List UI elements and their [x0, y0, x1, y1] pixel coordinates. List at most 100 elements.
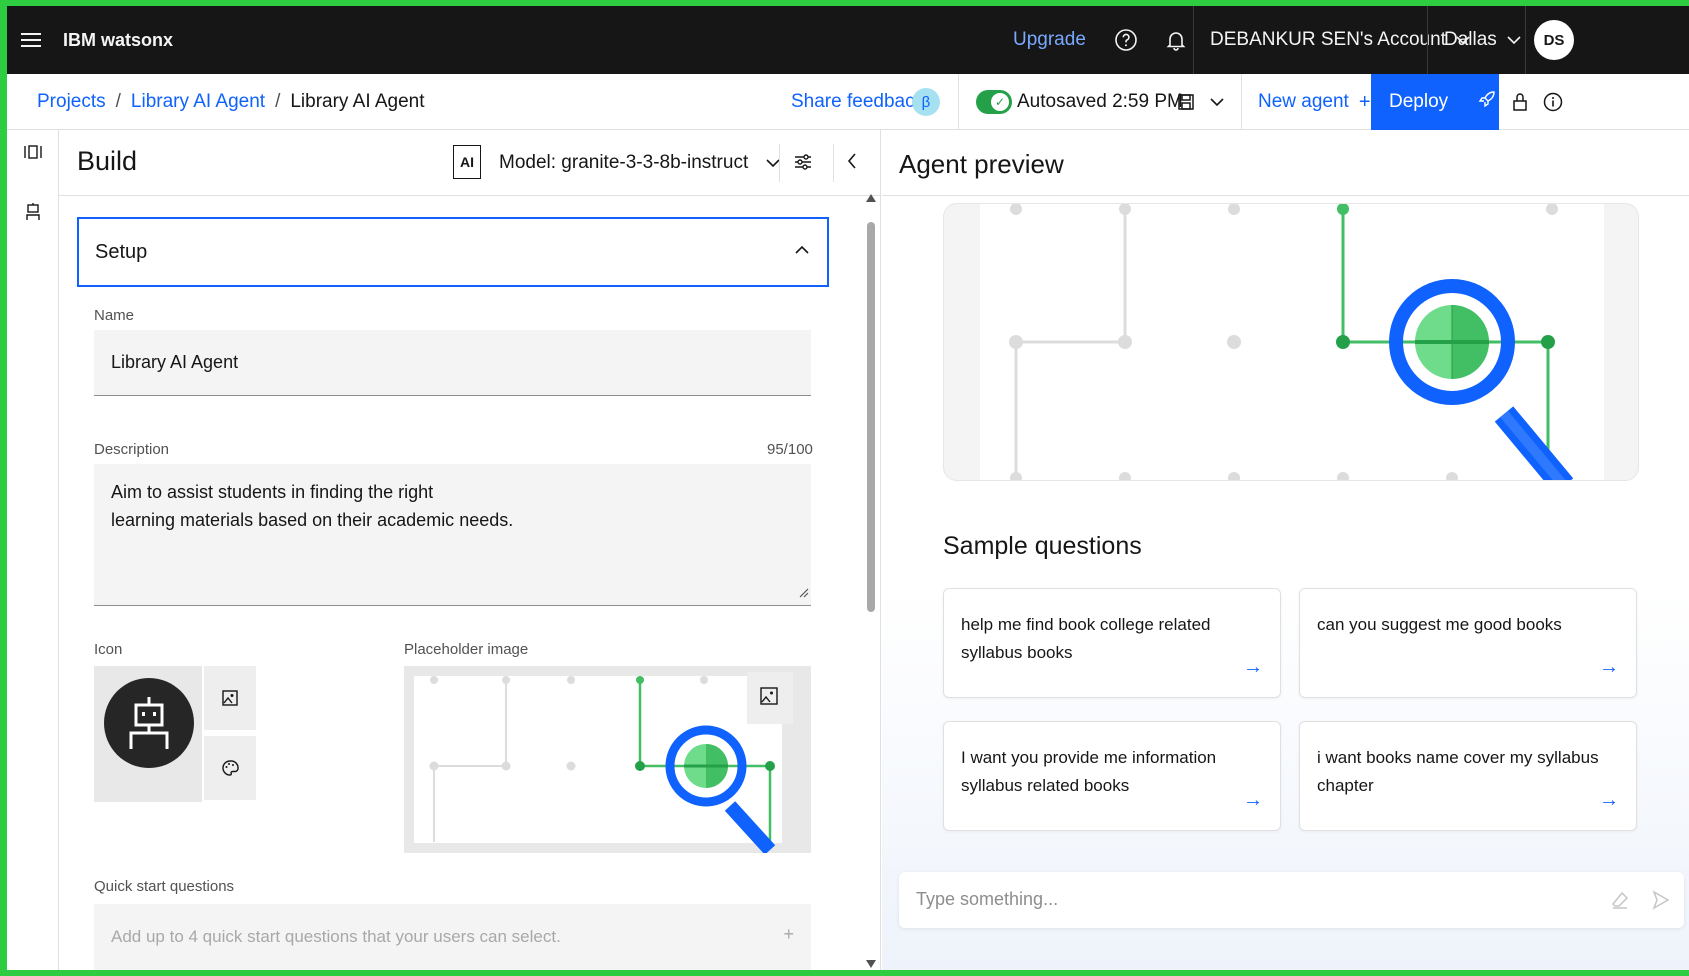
- beta-badge: β: [912, 88, 940, 116]
- setup-label: Setup: [95, 241, 148, 263]
- account-switcher[interactable]: DEBANKUR SEN's Account: [1210, 6, 1470, 74]
- icon-preview: [94, 666, 202, 802]
- quick-start-field[interactable]: Add up to 4 quick start questions that y…: [94, 904, 811, 970]
- plus-icon[interactable]: +: [783, 924, 794, 945]
- rocket-icon: [1478, 90, 1496, 114]
- account-name: DEBANKUR SEN's Account: [1210, 29, 1446, 50]
- sample-questions-title: Sample questions: [943, 532, 1142, 560]
- autosave-toggle[interactable]: ✓: [976, 90, 1012, 114]
- upgrade-link[interactable]: Upgrade: [1013, 6, 1086, 74]
- chevron-down-icon: [1507, 29, 1521, 51]
- eraser-icon[interactable]: [1610, 890, 1630, 915]
- settings-adjust-icon[interactable]: [793, 152, 813, 177]
- divider: [1427, 6, 1428, 74]
- palette-icon[interactable]: [204, 736, 256, 800]
- robot-icon: [104, 678, 194, 768]
- region-switcher[interactable]: Dallas: [1444, 6, 1521, 74]
- divider: [958, 74, 959, 130]
- preview-title: Agent preview: [899, 149, 1064, 179]
- divider: [1193, 6, 1194, 74]
- scroll-thumb[interactable]: [867, 222, 875, 612]
- save-icon[interactable]: [1177, 74, 1195, 130]
- icon-label: Icon: [94, 641, 123, 658]
- chat-input-placeholder: Type something...: [916, 889, 1059, 909]
- build-header: Build AI Model: granite-3-3-8b-instruct: [59, 130, 881, 196]
- sample-question-card[interactable]: help me find book college related syllab…: [943, 588, 1281, 698]
- image-icon[interactable]: [204, 666, 256, 730]
- breadcrumb-current: Library AI Agent: [290, 91, 425, 112]
- sample-question-text: i want books name cover my syllabus chap…: [1317, 748, 1599, 795]
- new-agent-label: New agent: [1258, 91, 1349, 112]
- breadcrumb-separator: /: [115, 91, 121, 112]
- model-selector[interactable]: Model: granite-3-3-8b-instruct: [499, 130, 780, 196]
- placeholder-image-illustration: [414, 672, 793, 855]
- name-value: Library AI Agent: [111, 352, 239, 372]
- send-icon[interactable]: [1652, 890, 1670, 915]
- help-icon[interactable]: [1114, 6, 1138, 74]
- divider: [833, 144, 834, 182]
- placeholder-image-label: Placeholder image: [404, 641, 529, 658]
- name-label: Name: [94, 307, 135, 324]
- chevron-down-icon[interactable]: [1210, 74, 1224, 130]
- breadcrumb: Projects / Library AI Agent / Library AI…: [37, 74, 425, 130]
- hero-illustration: [980, 204, 1604, 480]
- left-rail: [7, 130, 59, 970]
- breadcrumb-separator: /: [275, 91, 281, 112]
- ai-badge: AI: [453, 145, 481, 179]
- sample-question-card[interactable]: i want books name cover my syllabus chap…: [1299, 721, 1637, 831]
- breadcrumb-projects[interactable]: Projects: [37, 91, 106, 113]
- scroll-down-icon[interactable]: [865, 956, 877, 974]
- share-feedback-link[interactable]: Share feedback: [791, 74, 924, 130]
- chat-input[interactable]: Type something...: [899, 872, 1684, 928]
- sub-header: Projects / Library AI Agent / Library AI…: [7, 74, 1689, 130]
- agent-icon[interactable]: [21, 200, 45, 224]
- model-label: Model: granite-3-3-8b-instruct: [499, 152, 749, 173]
- arrow-right-icon: →: [1243, 656, 1263, 678]
- top-navigation-bar: IBM watsonx Upgrade DEBANKUR SEN's Accou…: [7, 6, 1689, 74]
- description-label: Description: [94, 441, 170, 458]
- sample-question-text: can you suggest me good books: [1317, 615, 1562, 634]
- sample-question-card[interactable]: I want you provide me information syllab…: [943, 721, 1281, 831]
- agent-preview-panel: Agent preview Sample questions help me f…: [882, 130, 1689, 970]
- new-agent-button[interactable]: New agent +: [1258, 74, 1371, 130]
- sample-question-text: help me find book college related syllab…: [961, 615, 1211, 662]
- panel-toggle-icon[interactable]: [21, 140, 45, 164]
- checkmark-icon: ✓: [991, 93, 1009, 111]
- notification-icon[interactable]: [1164, 6, 1188, 74]
- chevron-up-icon: [795, 239, 809, 260]
- preview-header: Agent preview: [882, 130, 1689, 196]
- build-panel: Build AI Model: granite-3-3-8b-instruct …: [59, 130, 881, 970]
- brand-name[interactable]: IBM watsonx: [63, 6, 173, 74]
- setup-accordion-header[interactable]: Setup: [77, 217, 829, 287]
- divider: [779, 144, 780, 182]
- menu-icon[interactable]: [21, 6, 41, 74]
- plus-icon: +: [1358, 90, 1371, 113]
- lock-icon[interactable]: [1512, 74, 1528, 130]
- placeholder-image-preview: [404, 666, 811, 855]
- arrow-right-icon: →: [1599, 789, 1619, 811]
- deploy-button[interactable]: Deploy: [1371, 74, 1499, 130]
- description-counter: 95/100: [767, 441, 813, 458]
- divider: [1241, 74, 1242, 130]
- info-icon[interactable]: [1543, 74, 1563, 130]
- hero-image: [943, 203, 1639, 481]
- sample-question-text: I want you provide me information syllab…: [961, 748, 1217, 795]
- description-value: Aim to assist students in finding the ri…: [111, 482, 514, 530]
- sample-question-card[interactable]: can you suggest me good books →: [1299, 588, 1637, 698]
- avatar[interactable]: DS: [1534, 20, 1574, 60]
- build-title: Build: [77, 146, 138, 176]
- description-field[interactable]: Aim to assist students in finding the ri…: [94, 464, 811, 606]
- quick-start-placeholder: Add up to 4 quick start questions that y…: [111, 927, 561, 946]
- deploy-label: Deploy: [1389, 91, 1449, 112]
- quick-start-label: Quick start questions: [94, 878, 235, 895]
- resize-handle-icon[interactable]: [799, 582, 809, 603]
- chevron-left-icon[interactable]: [846, 152, 858, 175]
- autosaved-status: Autosaved 2:59 PM: [1017, 91, 1183, 112]
- arrow-right-icon: →: [1599, 656, 1619, 678]
- arrow-right-icon: →: [1243, 789, 1263, 811]
- breadcrumb-project[interactable]: Library AI Agent: [131, 91, 265, 113]
- scroll-up-icon[interactable]: [865, 190, 877, 208]
- name-field[interactable]: Library AI Agent: [94, 330, 811, 396]
- divider: [1525, 6, 1526, 74]
- region-name: Dallas: [1444, 29, 1497, 50]
